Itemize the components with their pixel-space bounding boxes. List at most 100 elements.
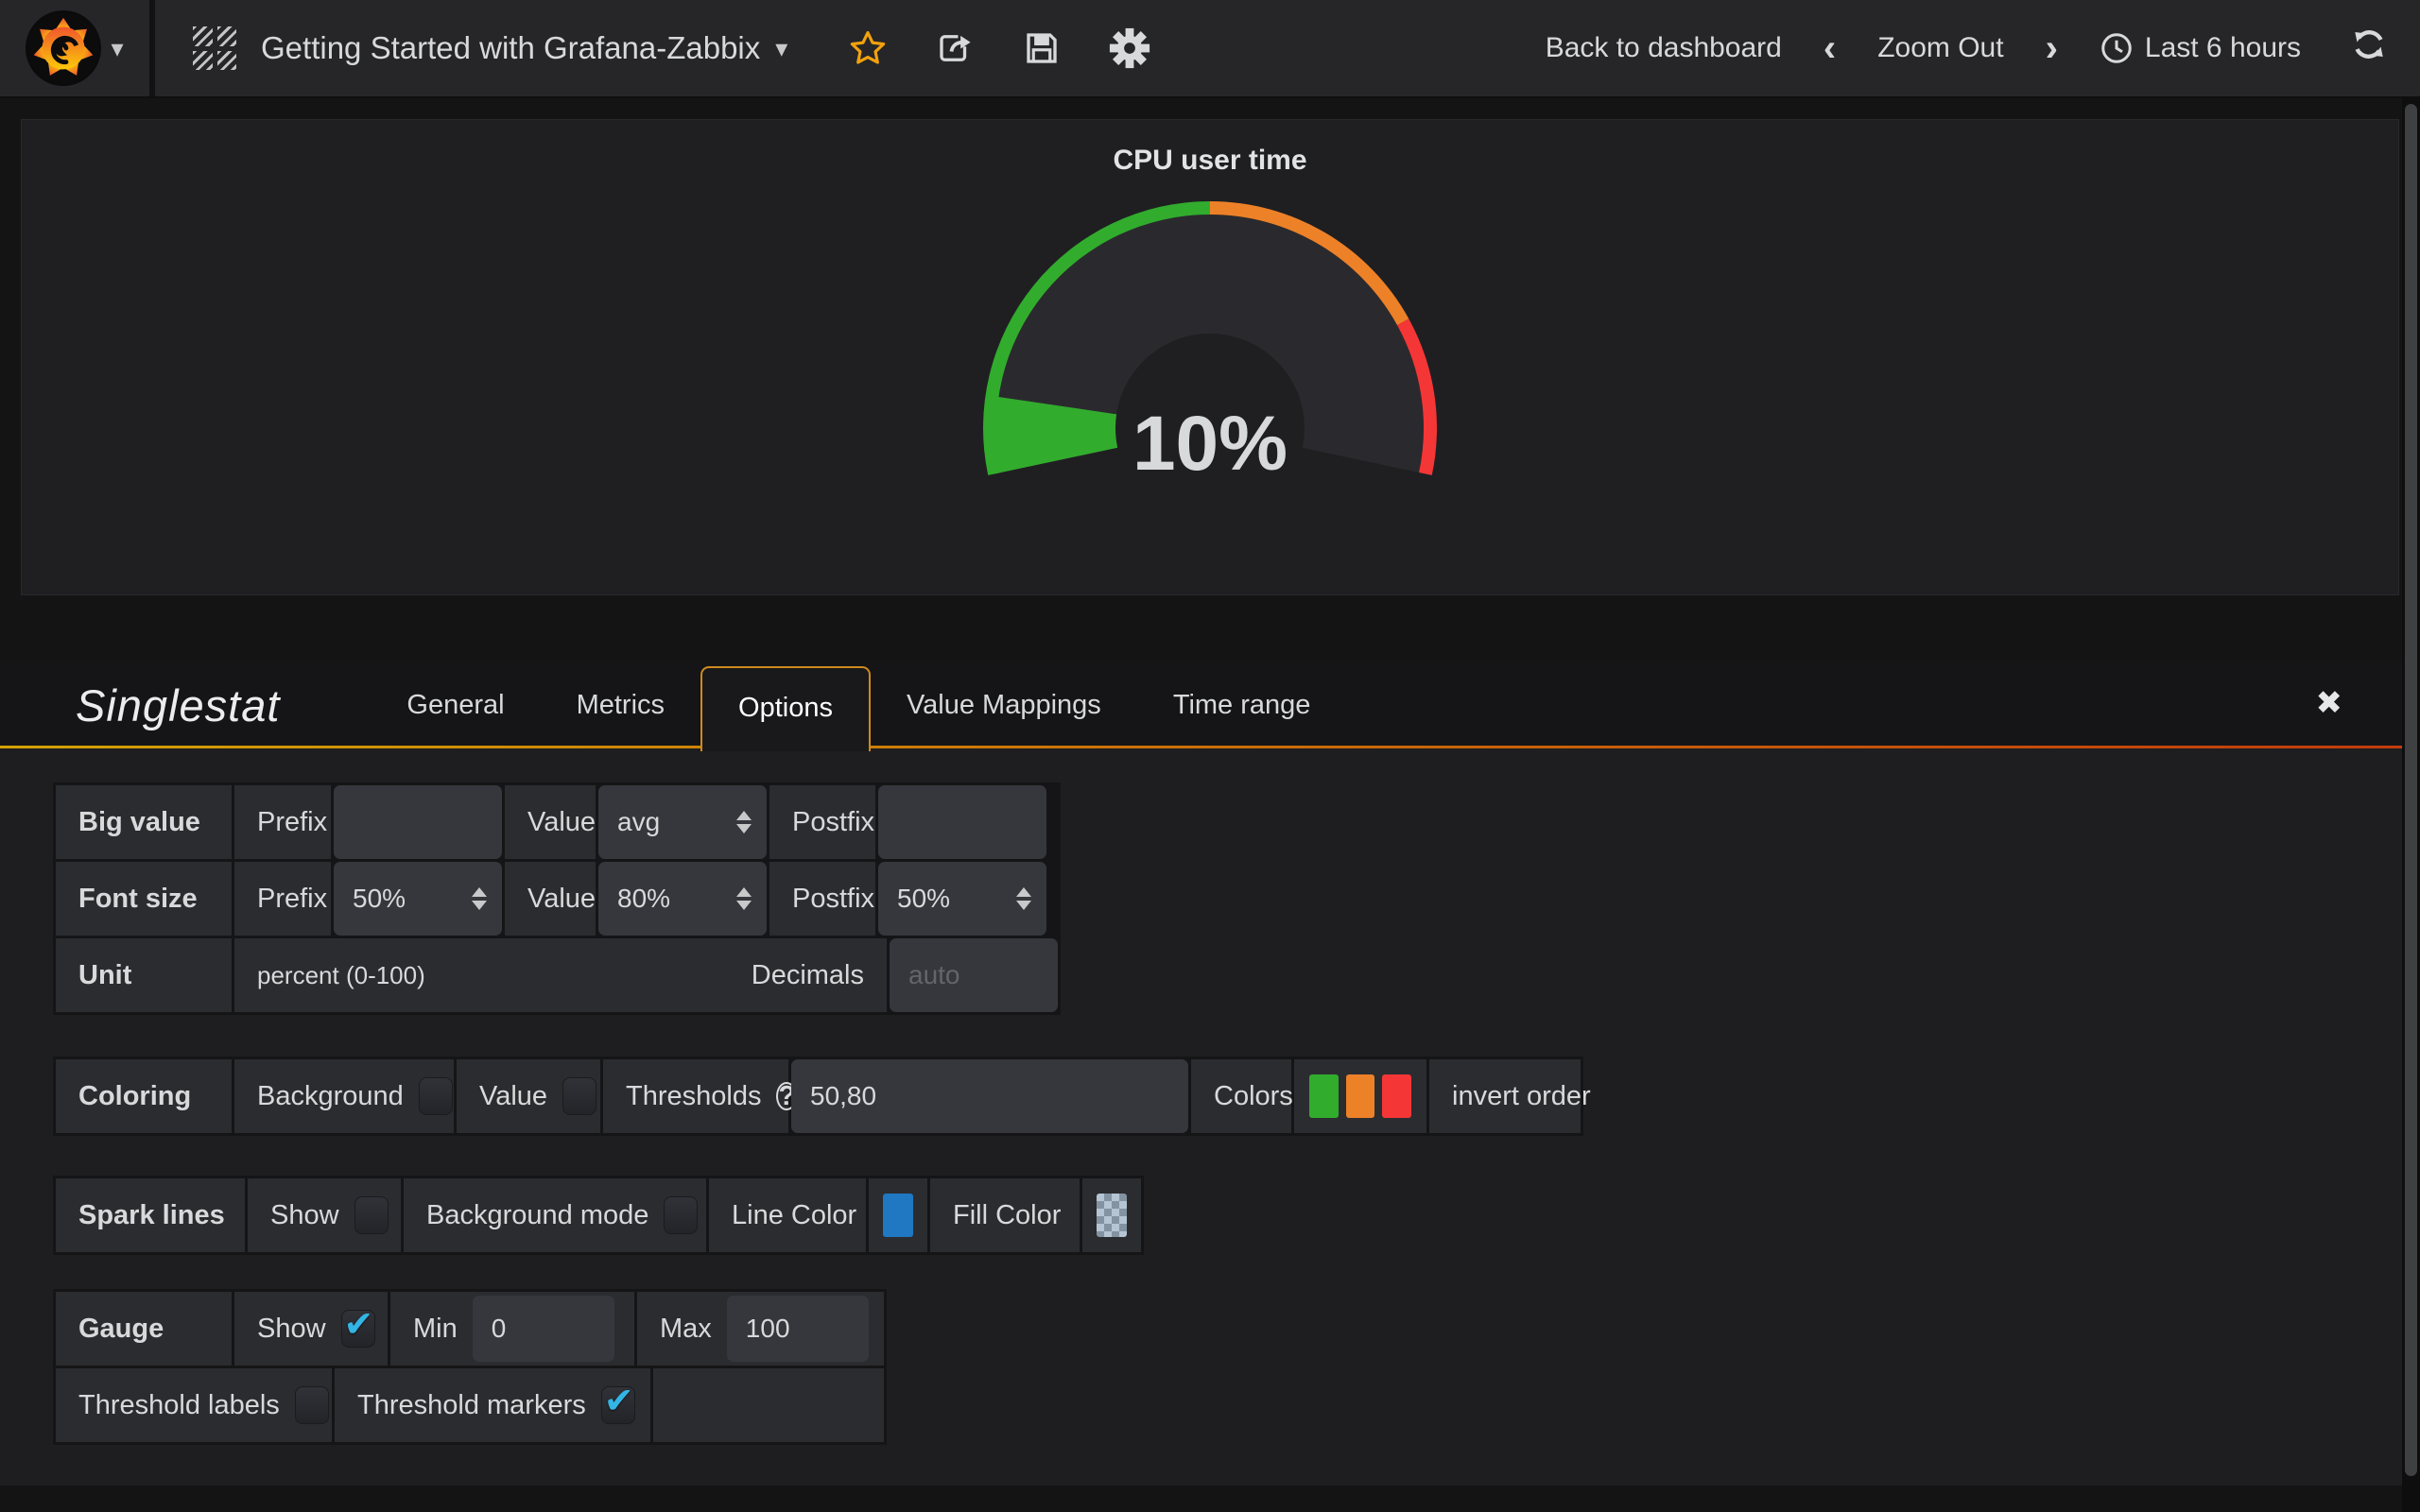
tab-accent-line <box>0 746 2420 748</box>
coloring-row: Coloring Background ✔ Value ✔ Thresholds <box>56 1059 1581 1133</box>
star-icon <box>848 28 888 68</box>
tab-value-mappings[interactable]: Value Mappings <box>871 662 1137 748</box>
threshold-toggles-row: Threshold labels ✔ Threshold markers ✔ <box>56 1368 884 1442</box>
editor-panel-type: Singlestat <box>76 679 280 731</box>
postfix-label: Postfix <box>769 785 875 859</box>
unit-label: Unit <box>56 938 232 1012</box>
settings-button[interactable] <box>1109 27 1150 69</box>
prefix-label: Prefix <box>234 785 331 859</box>
spinner-icon <box>1003 887 1031 910</box>
save-icon <box>1022 28 1062 68</box>
sparkline-show-checkbox[interactable]: ✔ <box>354 1196 389 1234</box>
time-picker-button[interactable]: Last 6 hours <box>2100 31 2301 65</box>
gauge-value-label: 10% <box>1132 401 1288 487</box>
sparkline-show-cell: Show ✔ <box>248 1178 401 1252</box>
gauge-label: Gauge <box>56 1292 232 1366</box>
spark-lines-block: Spark lines Show ✔ Background mode ✔ Lin… <box>53 1176 1144 1255</box>
coloring-value-cell: Value ✔ <box>457 1059 600 1133</box>
grafana-logo-icon <box>26 10 101 86</box>
big-value-label: Big value <box>56 785 232 859</box>
tab-options[interactable]: Options <box>700 666 871 751</box>
time-shift-left-button[interactable]: ‹ <box>1818 29 1841 67</box>
big-value-prefix-input[interactable] <box>334 785 502 859</box>
fill-color-label: Fill Color <box>930 1178 1080 1252</box>
back-to-dashboard-button[interactable]: Back to dashboard <box>1546 32 1782 64</box>
big-value-postfix-input[interactable] <box>878 785 1046 859</box>
gauge-chart: 10% <box>945 194 1475 491</box>
scrollbar-thumb[interactable] <box>2405 104 2417 1476</box>
time-shift-right-button[interactable]: › <box>2040 29 2064 67</box>
tab-general[interactable]: General <box>371 662 540 748</box>
time-range-label: Last 6 hours <box>2145 32 2301 64</box>
threshold-labels-checkbox[interactable]: ✔ <box>295 1386 329 1424</box>
value-label: Value <box>505 862 596 936</box>
dashboard-title-button[interactable]: Getting Started with Grafana-Zabbix ▾ <box>261 30 787 66</box>
prefix-label: Prefix <box>234 862 331 936</box>
save-button[interactable] <box>1022 28 1062 68</box>
value-checkbox[interactable]: ✔ <box>562 1077 596 1115</box>
value-size-select[interactable]: 80% <box>598 862 767 936</box>
spinner-icon <box>723 887 752 910</box>
panel-title[interactable]: CPU user time <box>1113 145 1306 177</box>
line-color-label: Line Color <box>709 1178 866 1252</box>
spark-lines-label: Spark lines <box>56 1178 245 1252</box>
options-tab-content: Big value Prefix Value avg Postfix Font … <box>0 748 2420 1486</box>
invert-order-button[interactable]: invert order <box>1429 1059 1581 1133</box>
zoom-out-button[interactable]: Zoom Out <box>1877 32 2003 64</box>
thresholds-label-cell: Thresholds ? <box>603 1059 788 1133</box>
refresh-button[interactable] <box>2350 26 2388 71</box>
value-options-block: Big value Prefix Value avg Postfix Font … <box>53 782 1061 1015</box>
coloring-background-cell: Background ✔ <box>234 1059 454 1133</box>
line-color-swatch[interactable] <box>883 1194 913 1237</box>
share-button[interactable] <box>935 28 975 68</box>
color-swatches-cell <box>1294 1059 1426 1133</box>
editor-tabstrip: Singlestat General Metrics Options Value… <box>0 662 2420 748</box>
dashboard-grid-icon <box>193 26 236 70</box>
refresh-icon <box>2350 26 2388 63</box>
decimals-input[interactable] <box>890 938 1058 1012</box>
background-mode-cell: Background mode ✔ <box>404 1178 706 1252</box>
font-size-label: Font size <box>56 862 232 936</box>
background-mode-checkbox[interactable]: ✔ <box>664 1196 698 1234</box>
unit-row: Unit percent (0-100) Decimals <box>56 938 1058 1012</box>
star-favorite-button[interactable] <box>848 28 888 68</box>
big-value-row: Big value Prefix Value avg Postfix <box>56 785 1058 859</box>
background-checkbox[interactable]: ✔ <box>419 1077 453 1115</box>
thresholds-input[interactable] <box>791 1059 1188 1133</box>
gauge-show-checkbox[interactable]: ✔ <box>341 1310 375 1348</box>
close-editor-button[interactable]: ✖ <box>2316 684 2343 722</box>
gauge-max-input[interactable] <box>727 1296 869 1362</box>
line-color-cell <box>869 1178 927 1252</box>
navbar: ▾ Getting Started with Grafana-Zabbix ▾ <box>0 0 2420 98</box>
threshold-color-swatch-red[interactable] <box>1382 1074 1411 1118</box>
postfix-size-select[interactable]: 50% <box>878 862 1046 936</box>
gauge-row: Gauge Show ✔ Min Max <box>56 1292 884 1366</box>
spinner-icon <box>458 887 487 910</box>
tab-metrics[interactable]: Metrics <box>541 662 700 748</box>
value-stat-select[interactable]: avg <box>598 785 767 859</box>
threshold-color-swatch-orange[interactable] <box>1346 1074 1375 1118</box>
check-icon: ✔ <box>344 1303 374 1346</box>
fill-color-cell <box>1082 1178 1141 1252</box>
grafana-menu-button[interactable]: ▾ <box>0 0 149 96</box>
singlestat-panel: CPU user time 10% <box>21 119 2399 595</box>
unit-select[interactable]: percent (0-100) <box>257 961 425 990</box>
coloring-label: Coloring <box>56 1059 232 1133</box>
caret-down-icon: ▾ <box>775 36 787 60</box>
fill-color-swatch[interactable] <box>1097 1194 1127 1237</box>
unit-value-cell: percent (0-100) Decimals <box>234 938 887 1012</box>
threshold-markers-checkbox[interactable]: ✔ <box>601 1386 635 1424</box>
max-label: Max <box>660 1314 712 1345</box>
gauge-min-input[interactable] <box>473 1296 614 1362</box>
dashboard-area: CPU user time 10% <box>0 98 2420 595</box>
colors-label: Colors <box>1191 1059 1291 1133</box>
spinner-icon <box>723 811 752 833</box>
gauge-options-block: Gauge Show ✔ Min Max Thresh <box>53 1289 887 1445</box>
min-label: Min <box>413 1314 458 1345</box>
threshold-color-swatch-green[interactable] <box>1309 1074 1339 1118</box>
scrollbar[interactable] <box>2402 98 2420 1512</box>
postfix-label: Postfix <box>769 862 875 936</box>
tab-time-range[interactable]: Time range <box>1137 662 1347 748</box>
gauge-svg: 10% <box>945 194 1475 487</box>
prefix-size-select[interactable]: 50% <box>334 862 502 936</box>
